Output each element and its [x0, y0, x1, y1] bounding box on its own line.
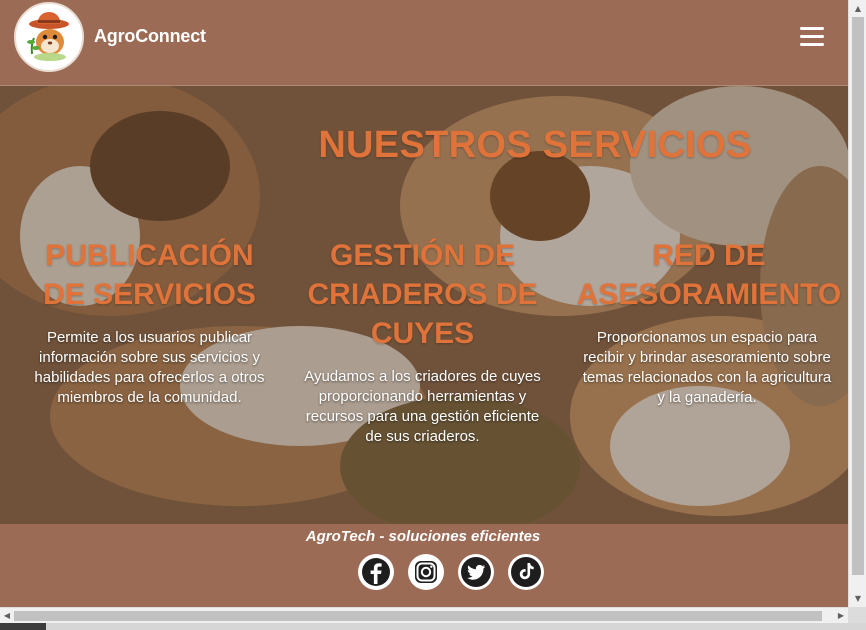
service-description: Ayudamos a los criadores de cuyes propor…	[304, 368, 541, 445]
tiktok-icon[interactable]	[508, 554, 544, 590]
scroll-up-arrow-icon[interactable]: ▲	[849, 0, 866, 17]
service-description: Proporcionamos un espacio para recibir y…	[582, 329, 832, 406]
horizontal-scroll-thumb[interactable]	[14, 611, 822, 621]
service-title-line: PUBLICACIÓN	[45, 239, 254, 272]
service-description: Permite a los usuarios publicar informac…	[34, 329, 265, 406]
tiktok-glyph	[511, 557, 541, 587]
service-title-line: CRIADEROS DE	[307, 278, 538, 311]
scrollbar-corner	[848, 607, 866, 623]
service-card-gestion: GESTIÓN DE CRIADEROS DE CUYES Ayudamos a…	[300, 236, 545, 447]
scroll-left-arrow-icon[interactable]: ◀	[0, 608, 14, 624]
service-title-line: DE SERVICIOS	[43, 278, 256, 311]
footer-tagline: AgroTech - soluciones eficientes	[305, 528, 541, 545]
site-header: AgroConnect	[0, 0, 848, 86]
facebook-glyph	[362, 558, 390, 586]
services-section: NUESTROS SERVICIOS PUBLICACIÓN DE SERVIC…	[0, 86, 848, 524]
service-title: PUBLICACIÓN DE SERVICIOS	[22, 236, 277, 314]
service-title-line: RED DE	[652, 239, 766, 272]
vertical-scroll-thumb[interactable]	[852, 17, 864, 575]
social-links	[358, 554, 548, 590]
scroll-right-arrow-icon[interactable]: ▶	[834, 608, 848, 624]
horizontal-scrollbar[interactable]: ◀ ▶	[0, 607, 848, 623]
service-title-line: CUYES	[370, 317, 475, 350]
section-title: NUESTROS SERVICIOS	[318, 124, 752, 166]
taskbar-fragment	[0, 623, 46, 630]
service-title: RED DE ASESORAMIENTO	[570, 236, 848, 314]
twitter-glyph	[461, 557, 491, 587]
window-bottom-edge	[0, 623, 866, 630]
service-title: GESTIÓN DE CRIADEROS DE CUYES	[300, 236, 545, 353]
twitter-icon[interactable]	[458, 554, 494, 590]
instagram-icon[interactable]	[408, 554, 444, 590]
facebook-icon[interactable]	[358, 554, 394, 590]
scroll-down-arrow-icon[interactable]: ▼	[849, 590, 866, 607]
site-footer: AgroTech - soluciones eficientes	[0, 524, 848, 607]
vertical-scrollbar[interactable]: ▲ ▼	[848, 0, 866, 607]
service-card-asesoramiento: RED DE ASESORAMIENTO Proporcionamos un e…	[570, 236, 848, 408]
service-card-publicacion: PUBLICACIÓN DE SERVICIOS Permite a los u…	[22, 236, 277, 408]
hamburger-menu-icon[interactable]	[798, 24, 826, 48]
service-title-line: ASESORAMIENTO	[576, 278, 842, 311]
brand-name[interactable]: AgroConnect	[94, 26, 206, 47]
logo-illustration	[16, 4, 82, 70]
guinea-pig-farmer-logo-icon[interactable]	[14, 2, 84, 72]
service-title-line: GESTIÓN DE	[329, 239, 516, 272]
page-viewport: AgroConnect NUESTROS SERVICIOS PUBLICACI…	[0, 0, 848, 607]
instagram-glyph	[415, 561, 437, 583]
